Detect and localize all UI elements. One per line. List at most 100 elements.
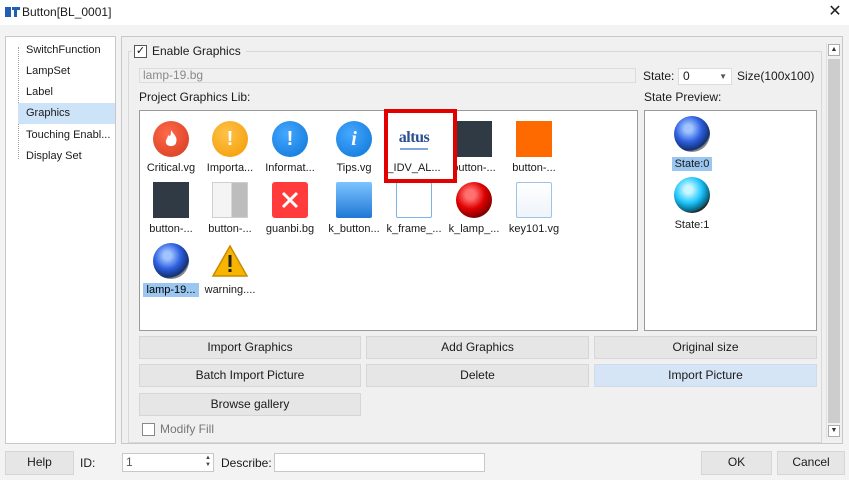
spin-arrows-icon[interactable]: ▲ ▼ xyxy=(205,455,211,469)
enable-graphics-checkbox[interactable]: ✓ xyxy=(134,44,147,58)
warning-icon xyxy=(210,241,250,281)
library-item-label: Importa... xyxy=(206,162,254,174)
library-item-k-button[interactable]: k_button... xyxy=(326,175,382,235)
browse-gallery-button[interactable]: Browse gallery xyxy=(139,393,361,416)
information-icon: ! xyxy=(270,119,310,159)
enable-graphics-label: Enable Graphics xyxy=(152,44,241,58)
library-item-label: k_button... xyxy=(328,223,380,235)
graphics-panel: ✓ Enable Graphics lamp-19.bg State: 0 ▼ … xyxy=(121,36,843,444)
state-preview-list[interactable]: State:0 State:1 xyxy=(644,110,817,331)
library-item-label: key101.vg xyxy=(508,223,560,235)
modify-fill-checkbox[interactable] xyxy=(142,422,155,436)
nav-item-switchfunction[interactable]: SwitchFunction xyxy=(18,40,115,61)
library-item-button-dark[interactable]: button-... xyxy=(446,114,502,174)
nav-item-graphics[interactable]: Graphics xyxy=(18,103,115,124)
library-item-key101[interactable]: key101.vg xyxy=(506,175,562,235)
id-label: ID: xyxy=(80,456,96,470)
import-picture-button[interactable]: Import Picture xyxy=(594,364,817,387)
modify-fill-label: Modify Fill xyxy=(160,422,215,436)
half-white-button-icon xyxy=(210,180,250,220)
library-item-label: k_lamp_... xyxy=(448,223,500,235)
library-item-k-frame[interactable]: k_frame_... xyxy=(386,175,442,235)
library-item-label: button-... xyxy=(208,223,252,235)
library-item-button-orange[interactable]: button-... xyxy=(506,114,562,174)
library-item-idv-altus[interactable]: altus _IDV_AL... xyxy=(386,114,442,175)
title-bar: Button[BL_0001] ✕ xyxy=(0,0,849,25)
library-item-label: button-... xyxy=(452,162,496,174)
describe-label: Describe: xyxy=(221,456,272,470)
project-graphics-lib-label: Project Graphics Lib: xyxy=(139,90,251,104)
altus-logo-text: altus xyxy=(398,128,430,146)
state-select-value: 0 xyxy=(683,69,690,83)
id-spinbox[interactable]: 1 ▲ ▼ xyxy=(122,453,214,472)
nav-item-lampset[interactable]: LampSet xyxy=(18,61,115,82)
original-size-button[interactable]: Original size xyxy=(594,336,817,359)
scroll-down-arrow-icon[interactable]: ▼ xyxy=(828,425,840,437)
modify-fill-row[interactable]: Modify Fill xyxy=(142,422,219,436)
preview-state-1[interactable]: State:1 xyxy=(672,177,712,235)
library-item-button-dark-2[interactable]: button-... xyxy=(143,175,199,235)
vertical-scrollbar[interactable]: ▲ ▼ xyxy=(826,43,840,438)
graphics-library-list[interactable]: Critical.vg ! Importa... ! Informat... i… xyxy=(139,110,638,331)
library-item-label: guanbi.bg xyxy=(265,223,315,235)
state-label: State: xyxy=(643,69,675,83)
id-value: 1 xyxy=(126,455,133,469)
library-item-critical[interactable]: Critical.vg xyxy=(143,114,199,174)
library-item-label: button-... xyxy=(512,162,556,174)
delete-button[interactable]: Delete xyxy=(366,364,589,387)
library-item-warning[interactable]: warning.... xyxy=(202,236,258,296)
tips-icon: i xyxy=(334,119,374,159)
library-item-label: warning.... xyxy=(204,284,256,296)
import-graphics-button[interactable]: Import Graphics xyxy=(139,336,361,359)
scroll-thumb[interactable] xyxy=(828,59,840,423)
library-item-lamp-19[interactable]: lamp-19... xyxy=(143,236,199,297)
close-button[interactable]: ✕ xyxy=(823,0,847,24)
nav-item-label[interactable]: Label xyxy=(18,82,115,103)
scroll-up-arrow-icon[interactable]: ▲ xyxy=(828,44,840,56)
library-item-button-half-white[interactable]: button-... xyxy=(202,175,258,235)
library-item-label: button-... xyxy=(149,223,193,235)
ok-button[interactable]: OK xyxy=(701,451,772,475)
batch-import-picture-button[interactable]: Batch Import Picture xyxy=(139,364,361,387)
library-item-guanbi[interactable]: guanbi.bg xyxy=(262,175,318,235)
enable-graphics-row[interactable]: ✓ Enable Graphics xyxy=(132,43,246,59)
red-lamp-icon xyxy=(454,180,494,220)
library-item-k-lamp[interactable]: k_lamp_... xyxy=(446,175,502,235)
library-item-label: Critical.vg xyxy=(146,162,196,174)
cancel-button[interactable]: Cancel xyxy=(777,451,845,475)
dark-button-icon xyxy=(151,180,191,220)
dialog-footer: Help ID: 1 ▲ ▼ Describe: OK Cancel xyxy=(0,446,849,480)
chevron-down-icon: ▼ xyxy=(719,72,727,81)
state-select[interactable]: 0 ▼ xyxy=(678,68,732,85)
nav-item-touching-enable[interactable]: Touching Enabl... xyxy=(18,125,115,146)
library-item-label: Informat... xyxy=(265,162,315,174)
describe-input[interactable] xyxy=(274,453,485,472)
preview-state-label: State:1 xyxy=(674,219,710,231)
help-button[interactable]: Help xyxy=(5,451,74,475)
library-item-important[interactable]: ! Importa... xyxy=(202,114,258,174)
library-item-label: _IDV_AL... xyxy=(387,162,441,174)
blue-button-icon xyxy=(334,180,374,220)
blue-lamp-icon xyxy=(151,241,191,281)
preview-state-0[interactable]: State:0 xyxy=(672,116,712,174)
dark-button-icon xyxy=(454,119,494,159)
add-graphics-button[interactable]: Add Graphics xyxy=(366,336,589,359)
key-icon xyxy=(514,180,554,220)
cyan-lamp-icon xyxy=(674,177,710,213)
close-button-icon xyxy=(270,180,310,220)
important-icon: ! xyxy=(210,119,250,159)
size-label: Size(100x100) xyxy=(737,69,815,83)
library-item-label: lamp-19... xyxy=(143,283,199,297)
app-logo-icon xyxy=(5,7,20,17)
settings-nav-tree: SwitchFunction LampSet Label Graphics To… xyxy=(5,36,116,444)
orange-button-icon xyxy=(514,119,554,159)
state-preview-label: State Preview: xyxy=(644,90,722,104)
nav-item-display-set[interactable]: Display Set xyxy=(18,146,115,167)
library-item-label: Tips.vg xyxy=(336,162,372,174)
library-item-tips[interactable]: i Tips.vg xyxy=(326,114,382,174)
library-item-information[interactable]: ! Informat... xyxy=(262,114,318,174)
dark-blue-lamp-icon xyxy=(674,116,710,152)
library-item-label: k_frame_... xyxy=(386,223,442,235)
frame-icon xyxy=(394,180,434,220)
window-title: Button[BL_0001] xyxy=(22,5,112,19)
